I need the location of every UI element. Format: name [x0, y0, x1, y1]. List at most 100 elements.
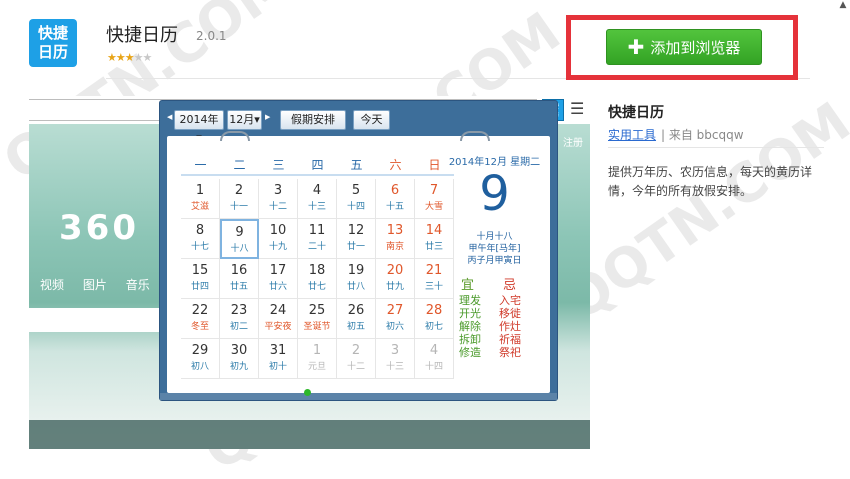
selected-day-number: 9	[479, 166, 510, 222]
lunar-label: 十二	[346, 362, 365, 372]
preview-search-strip	[29, 308, 179, 332]
page-indicator-dot[interactable]	[304, 389, 311, 396]
calendar-day-cell[interactable]: 23 初二	[220, 299, 259, 339]
calendar-popup: ◀ 2014年 ▾ ▶ 12月▾ ▶ 假期安排 今天 一二三四五六日 1艾滋2十…	[159, 100, 558, 401]
calendar-day-cell[interactable]: 6 十五	[376, 179, 415, 219]
lunar-label: 廿七	[307, 282, 326, 292]
lunar-label: 十三	[385, 362, 404, 372]
calendar-day-cell[interactable]: 1 元旦	[298, 339, 337, 379]
day-number: 23	[230, 303, 248, 318]
day-number: 1	[195, 183, 205, 198]
author-text: | 来自 bbcqqw	[661, 128, 744, 142]
lunar-label: 十七	[190, 242, 209, 252]
ji-item: 作灶	[499, 320, 521, 333]
ji-list: 入宅 移徙 作灶 祈福 祭祀	[499, 294, 521, 359]
calendar-day-cell[interactable]: 31 初十	[259, 339, 298, 379]
calendar-day-cell[interactable]: 13 南京	[376, 219, 415, 259]
calendar-day-cell[interactable]: 20 廿九	[376, 259, 415, 299]
calendar-day-cell[interactable]: 3 十二	[259, 179, 298, 219]
lunar-label: 初五	[346, 322, 365, 332]
ji-item: 入宅	[499, 294, 521, 307]
rating-stars: ★★★★★	[107, 51, 153, 64]
nav-link: 音乐	[125, 278, 150, 292]
weekday-label: 六	[376, 154, 415, 176]
month-dropdown-icon: ▾	[254, 113, 260, 126]
menu-icon[interactable]: ☰	[570, 99, 584, 118]
lunar-label: 十五	[385, 202, 404, 212]
yi-list: 理发 开光 解除 拆卸 修造	[459, 294, 481, 359]
day-number: 11	[308, 223, 326, 238]
calendar-day-cell[interactable]: 9 十八	[220, 219, 259, 259]
rating-stars-empty-icon: ★★	[133, 51, 153, 64]
calendar-day-cell[interactable]: 3 十三	[376, 339, 415, 379]
lunar-label: 初二	[229, 322, 248, 332]
ji-item: 祈福	[499, 333, 521, 346]
day-number: 16	[230, 263, 248, 278]
day-number: 19	[347, 263, 365, 278]
weekday-label: 三	[259, 154, 298, 176]
weekday-label: 一	[181, 154, 220, 176]
calendar-day-cell[interactable]: 4 十三	[298, 179, 337, 219]
ji-label: 忌	[503, 278, 517, 293]
calendar-day-cell[interactable]: 11 二十	[298, 219, 337, 259]
yi-item: 理发	[459, 294, 481, 307]
lunar-label: 廿九	[385, 282, 404, 292]
description: 提供万年历、农历信息，每天的黄历详情，今年的所有放假安排。	[608, 165, 813, 198]
app-icon-text: 快捷	[37, 24, 68, 42]
next-month-arrow-icon[interactable]: ▶	[265, 113, 270, 121]
month-select[interactable]: 12月▾	[227, 110, 262, 130]
sidebar-title: 快捷日历	[608, 105, 664, 121]
nav-link: 图片	[82, 278, 107, 292]
day-number: 12	[347, 223, 365, 238]
calendar-day-cell[interactable]: 22 冬至	[181, 299, 220, 339]
lunar-label: 廿八	[346, 282, 365, 292]
yi-item: 拆卸	[459, 333, 481, 346]
year-select[interactable]: 2014年 ▾	[174, 110, 224, 144]
lunar-label: 十三	[307, 202, 326, 212]
calendar-day-cell[interactable]: 1 艾滋	[181, 179, 220, 219]
calendar-day-cell[interactable]: 19 廿八	[337, 259, 376, 299]
calendar-day-cell[interactable]: 24 平安夜	[259, 299, 298, 339]
calendar-day-cell[interactable]: 2 十一	[220, 179, 259, 219]
calendar-day-cell[interactable]: 25 圣诞节	[298, 299, 337, 339]
calendar-day-cell[interactable]: 16 廿五	[220, 259, 259, 299]
calendar-day-cell[interactable]: 27 初六	[376, 299, 415, 339]
app-version: 2.0.1	[196, 29, 227, 43]
preview-nav: 视频 图片 音乐	[40, 276, 165, 293]
yi-label: 宜	[461, 278, 475, 293]
prev-year-arrow-icon[interactable]: ◀	[167, 113, 172, 121]
calendar-ring-icon	[220, 131, 250, 141]
day-number: 1	[312, 343, 322, 358]
register-link: 注册	[563, 138, 583, 149]
today-button[interactable]: 今天	[353, 110, 390, 130]
calendar-day-cell[interactable]: 29 初八	[181, 339, 220, 379]
calendar-day-cell[interactable]: 15 廿四	[181, 259, 220, 299]
scroll-up-arrow-icon[interactable]: ▲	[836, 0, 850, 12]
lunar-label: 元旦	[307, 362, 326, 372]
day-number: 25	[308, 303, 326, 318]
calendar-day-cell[interactable]: 17 廿六	[259, 259, 298, 299]
calendar-day-cell[interactable]: 5 十四	[337, 179, 376, 219]
calendar-day-cell[interactable]: 10 十九	[259, 219, 298, 259]
day-number: 15	[191, 263, 209, 278]
lunar-label: 二十	[307, 242, 326, 252]
calendar-day-cell[interactable]: 12 廿一	[337, 219, 376, 259]
yi-item: 修造	[459, 346, 481, 359]
calendar-day-cell[interactable]: 26 初五	[337, 299, 376, 339]
logo-360: 360	[59, 208, 139, 248]
calendar-day-cell[interactable]: 30 初九	[220, 339, 259, 379]
holiday-button[interactable]: 假期安排	[280, 110, 346, 130]
day-number: 17	[269, 263, 287, 278]
category-link[interactable]: 实用工具	[608, 126, 656, 143]
calendar-day-cell[interactable]: 8 十七	[181, 219, 220, 259]
lunar-label: 廿六	[268, 282, 287, 292]
calendar-day-cell[interactable]: 2 十二	[337, 339, 376, 379]
calendar-day-cell[interactable]: 18 廿七	[298, 259, 337, 299]
lunar-label: 初六	[385, 322, 404, 332]
lunar-label: 十九	[268, 242, 287, 252]
plus-icon: ✚	[627, 35, 645, 59]
nav-link: 视频	[40, 278, 65, 292]
calendar-ring-icon	[460, 131, 490, 141]
calendar-footer	[160, 389, 557, 400]
add-to-browser-button[interactable]: ✚ 添加到浏览器	[606, 29, 762, 65]
